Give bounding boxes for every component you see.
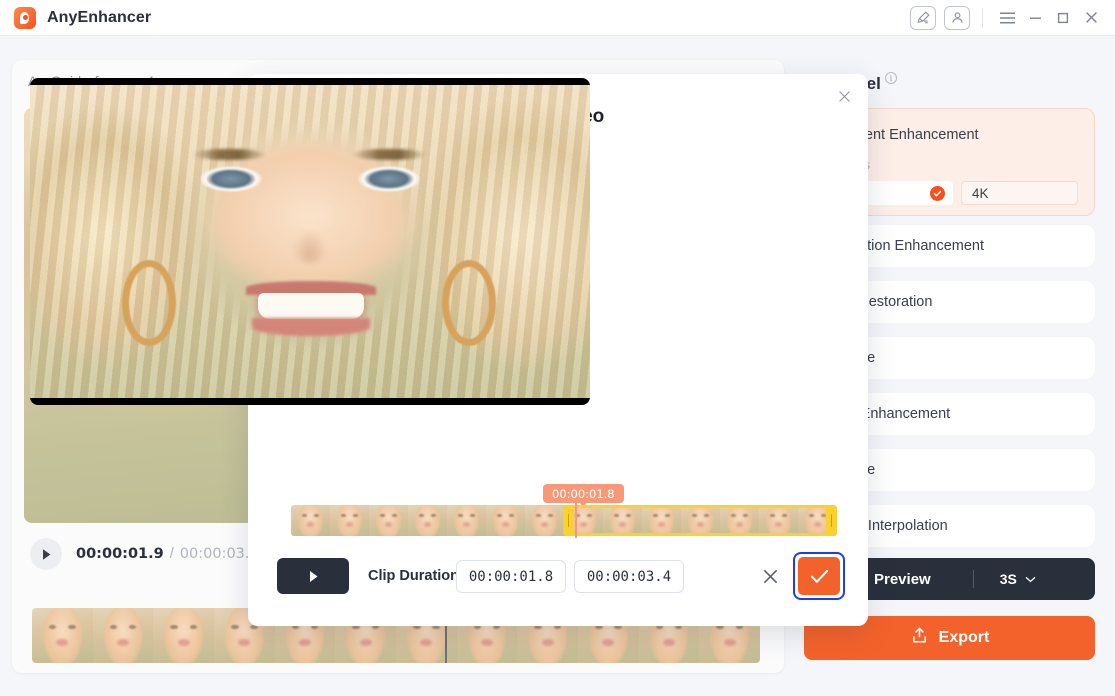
modal-video-frame bbox=[30, 85, 590, 398]
app-title: AnyEnhancer bbox=[47, 8, 152, 26]
info-icon[interactable]: i bbox=[884, 72, 897, 84]
modal-video-preview[interactable] bbox=[30, 78, 590, 405]
clip-end-handle[interactable] bbox=[826, 505, 837, 536]
clip-start-handle[interactable] bbox=[563, 505, 574, 536]
chevron-down-icon[interactable] bbox=[1025, 570, 1036, 588]
filmstrip-frame bbox=[642, 505, 681, 536]
filmstrip-frame bbox=[447, 505, 486, 536]
upload-export-icon bbox=[910, 626, 929, 650]
total-time-label: 00:00:03.4 bbox=[179, 546, 259, 562]
cancel-x-icon[interactable] bbox=[752, 558, 789, 594]
filmstrip-frame bbox=[369, 505, 408, 536]
confirm-button-focus-ring bbox=[793, 552, 845, 600]
playback-controls: 00:00:01.9 / 00:00:03.4 bbox=[30, 538, 259, 570]
clip-end-input[interactable]: 00:00:03.4 bbox=[574, 560, 684, 593]
resolution-select[interactable]: 4K bbox=[961, 181, 1078, 205]
filmstrip-frame bbox=[720, 505, 759, 536]
clip-playhead[interactable] bbox=[575, 503, 577, 538]
play-icon[interactable] bbox=[30, 538, 62, 570]
maximize-icon[interactable] bbox=[1049, 4, 1077, 32]
filmstrip-frame bbox=[681, 505, 720, 536]
current-time-label: 00:00:01.9 bbox=[76, 546, 164, 562]
modal-video-frame-detail bbox=[30, 85, 590, 398]
anyenhancer-logo-icon bbox=[14, 6, 36, 29]
confirm-check-icon[interactable] bbox=[798, 557, 840, 595]
filmstrip-frame bbox=[603, 505, 642, 536]
filmstrip-frame bbox=[408, 505, 447, 536]
timeline-time-tooltip: 00:00:01.8 bbox=[543, 484, 624, 503]
preview-duration-value[interactable]: 3S bbox=[1000, 571, 1017, 587]
clip-start-input[interactable]: 00:00:01.8 bbox=[456, 560, 566, 593]
close-icon[interactable] bbox=[834, 86, 854, 106]
preview-label: Preview bbox=[874, 570, 931, 588]
filmstrip-frame bbox=[759, 505, 798, 536]
filmstrip-frame bbox=[330, 505, 369, 536]
minimize-icon[interactable] bbox=[1021, 4, 1049, 32]
window-controls bbox=[910, 4, 1115, 32]
filmstrip-frame bbox=[291, 505, 330, 536]
filmstrip-frame bbox=[486, 505, 525, 536]
user-account-icon[interactable] bbox=[944, 5, 970, 30]
filmstrip-frame bbox=[32, 608, 93, 663]
time-separator: / bbox=[169, 546, 174, 562]
modal-play-button[interactable] bbox=[277, 558, 349, 594]
title-bar: AnyEnhancer bbox=[0, 0, 1115, 36]
divider bbox=[982, 7, 983, 28]
close-icon[interactable] bbox=[1077, 4, 1105, 32]
hamburger-menu-icon[interactable] bbox=[993, 4, 1021, 32]
pen-edit-icon[interactable] bbox=[910, 5, 936, 30]
filmstrip-frame bbox=[525, 505, 564, 536]
clip-duration-label: Clip Duration bbox=[368, 568, 460, 584]
divider bbox=[972, 570, 974, 588]
export-label: Export bbox=[938, 629, 990, 646]
check-circle-icon bbox=[930, 185, 945, 201]
filmstrip-frame bbox=[153, 608, 215, 663]
filmstrip-frame bbox=[92, 608, 154, 663]
